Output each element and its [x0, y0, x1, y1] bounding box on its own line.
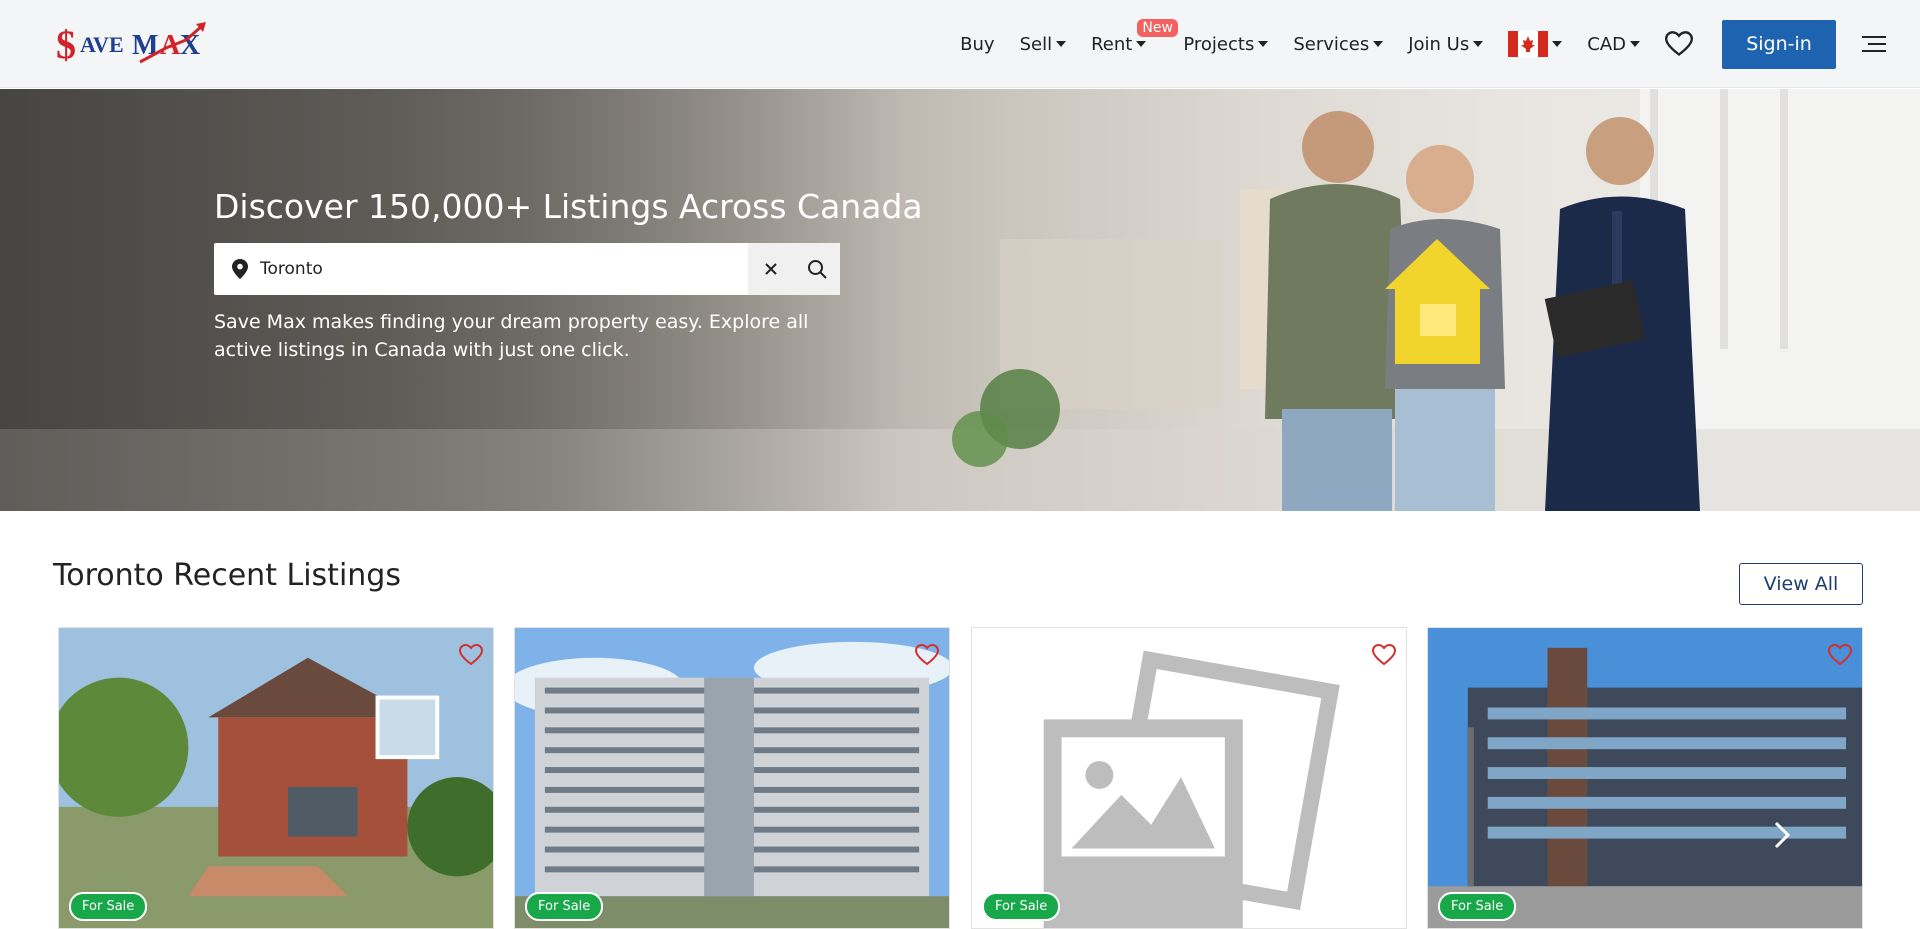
listing-photo-modern-condo	[1428, 628, 1862, 928]
nav-sell[interactable]: Sell	[1020, 34, 1067, 55]
svg-text:M: M	[132, 30, 158, 61]
nav-sell-label: Sell	[1019, 33, 1053, 55]
for-sale-badge: For Sale	[982, 892, 1061, 921]
nav-services[interactable]: Services	[1293, 33, 1384, 55]
caret-down-icon	[1473, 41, 1484, 47]
hero-banner: Discover 150,000+ Listings Across Canada…	[0, 89, 1920, 511]
svg-text:AVE: AVE	[80, 32, 124, 57]
for-sale-badge: For Sale	[69, 892, 148, 921]
savemax-logo[interactable]: $ AVE M A X	[56, 18, 212, 68]
nav-rent[interactable]: Rent	[1091, 33, 1147, 55]
listing-card[interactable]: For Sale	[58, 627, 494, 929]
caret-down-icon	[1056, 41, 1067, 47]
canada-flag-icon	[1508, 31, 1549, 57]
listing-card[interactable]: For Sale	[514, 627, 950, 929]
nav-projects[interactable]: New Projects	[1137, 18, 1269, 55]
nav-buy-label: Buy	[960, 33, 995, 55]
nav-buy[interactable]: Buy	[960, 34, 994, 55]
country-selector[interactable]	[1508, 31, 1563, 57]
caret-down-icon	[1136, 41, 1147, 47]
favorite-heart-icon[interactable]	[1372, 644, 1396, 666]
nav-join-us-label: Join Us	[1408, 33, 1470, 55]
favorite-heart-icon[interactable]	[459, 644, 483, 666]
nav-services-label: Services	[1293, 33, 1370, 55]
for-sale-badge: For Sale	[1438, 892, 1517, 921]
clear-search-button[interactable]	[748, 243, 794, 295]
location-search-box	[214, 243, 840, 295]
currency-label: CAD	[1587, 33, 1626, 55]
currency-selector[interactable]: CAD	[1587, 34, 1640, 55]
image-placeholder-icon	[972, 628, 1406, 928]
listing-card[interactable]: For Sale	[1427, 627, 1863, 929]
nav-join-us[interactable]: Join Us	[1408, 33, 1484, 55]
caret-down-icon	[1552, 41, 1563, 47]
favorite-heart-icon[interactable]	[915, 644, 939, 666]
main-nav: Buy Sell Rent New Projects Services Join…	[960, 0, 1920, 88]
hamburger-menu-icon[interactable]	[1862, 34, 1886, 54]
hero-subtitle: Save Max makes finding your dream proper…	[214, 311, 809, 361]
favorites-heart-icon[interactable]	[1665, 31, 1693, 57]
close-icon	[765, 263, 777, 275]
site-header: $ AVE M A X Buy Sell Rent New Projects S…	[0, 0, 1920, 88]
favorite-heart-icon[interactable]	[1828, 644, 1852, 666]
signin-button[interactable]: Sign-in	[1722, 19, 1836, 69]
new-badge: New	[1137, 18, 1178, 37]
view-all-button[interactable]: View All	[1739, 563, 1863, 605]
for-sale-badge: For Sale	[525, 892, 604, 921]
chevron-right-icon[interactable]	[1772, 820, 1792, 850]
hero-title: Discover 150,000+ Listings Across Canada	[214, 187, 923, 226]
svg-text:$: $	[56, 22, 76, 67]
recent-listings-title: Toronto Recent Listings	[53, 558, 401, 593]
search-input[interactable]	[260, 259, 748, 279]
listing-card[interactable]: For Sale	[971, 627, 1407, 929]
listing-photo-brick-house	[59, 628, 493, 928]
hero-overlay	[0, 89, 900, 511]
search-icon	[808, 260, 827, 279]
view-all-label: View All	[1763, 573, 1839, 595]
search-button[interactable]	[794, 243, 840, 295]
caret-down-icon	[1258, 41, 1269, 47]
caret-down-icon	[1630, 41, 1640, 47]
signin-label: Sign-in	[1746, 33, 1812, 55]
caret-down-icon	[1373, 41, 1384, 47]
location-pin-icon	[232, 259, 248, 279]
nav-rent-label: Rent	[1091, 33, 1133, 55]
listing-photo-apartment-tower	[515, 628, 949, 928]
nav-projects-label: Projects	[1183, 33, 1255, 55]
